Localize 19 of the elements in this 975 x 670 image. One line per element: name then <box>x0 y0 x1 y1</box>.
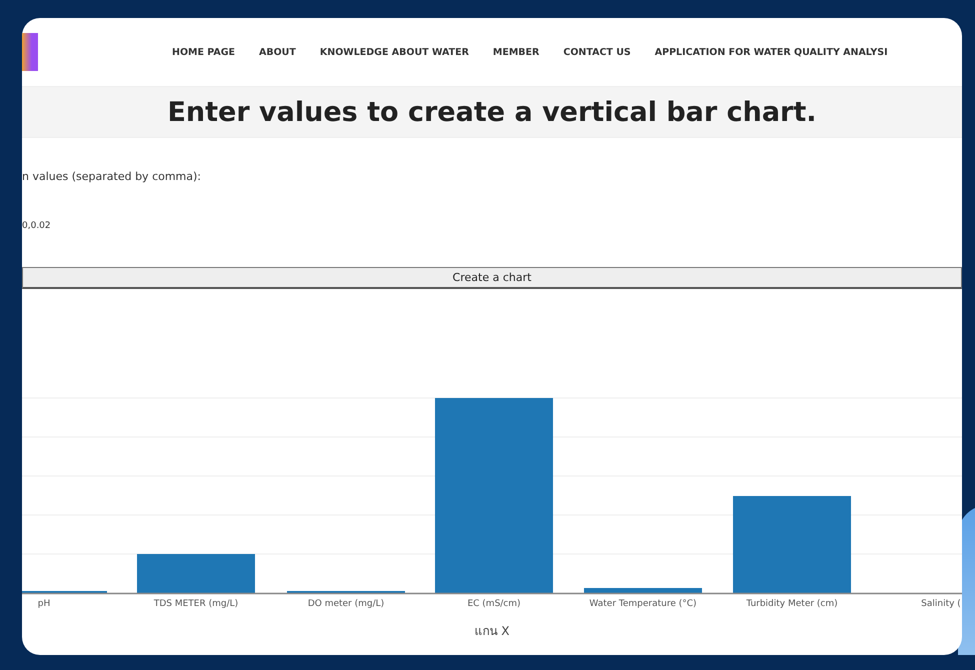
axis-label: Turbidity Meter (cm) <box>746 599 838 609</box>
axis-label: pH <box>38 599 50 609</box>
axis-label: Water Temperature (°C) <box>589 599 697 609</box>
nav-link[interactable]: KNOWLEDGE ABOUT WATER <box>320 46 469 58</box>
axis-title: แกน X <box>473 623 511 640</box>
field-label: n values (separated by comma): <box>22 170 202 183</box>
axis-label: TDS METER (mg/L) <box>154 599 238 609</box>
page-heading: Enter values to create a vertical bar chart. <box>167 96 817 128</box>
logo-icon <box>22 33 38 71</box>
nav-link[interactable]: ABOUT <box>259 46 296 58</box>
nav-link[interactable]: MEMBER <box>492 46 540 58</box>
values-field[interactable]: 0,0.02 <box>22 221 222 231</box>
nav-link[interactable]: APPLICATION FOR WATER QUALITY ANALYSI <box>654 46 888 58</box>
axis-label: Salinity ( <box>921 599 961 609</box>
nav-link[interactable]: CONTACT US <box>563 46 631 58</box>
create-chart-button[interactable]: Create a chart <box>22 267 962 289</box>
axis-label: EC (mS/cm) <box>467 599 521 609</box>
axis-label: DO meter (mg/L) <box>308 599 384 609</box>
nav-link[interactable]: HOME PAGE <box>172 46 236 58</box>
